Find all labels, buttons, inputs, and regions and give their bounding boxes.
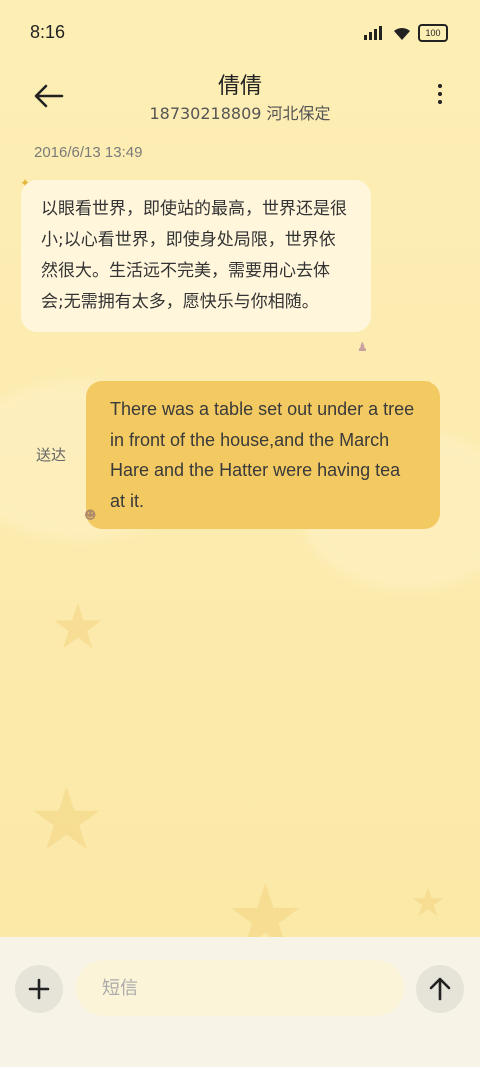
plus-icon [28,978,50,1000]
wifi-icon [394,27,410,40]
incoming-message-bubble[interactable]: 以眼看世界，即使站的最高，世界还是很小;以心看世界，即使身处局限，世界依然很大。… [21,180,371,332]
message-input[interactable] [100,976,380,1000]
more-vertical-icon[interactable] [436,80,444,110]
contact-name: 倩倩 [217,74,262,99]
message-timestamp: 2016/6/13 13:49 [34,144,143,161]
status-icons: 100 [364,24,448,42]
composer-bar [0,937,480,1067]
outgoing-message-text: There was a table set out under a tree i… [110,399,415,511]
background-star-icon: ★ [410,880,446,926]
status-bar: 8:16 100 [0,0,480,66]
contact-detail: 18730218809 河北保定 [149,104,331,123]
background-star-icon: ★ [50,590,106,663]
signal-icon [364,26,382,40]
message-input-container [76,960,404,1016]
delivery-status: 送达 [36,446,67,464]
send-button[interactable] [416,965,464,1013]
conversation-header: 倩倩 18730218809 河北保定 [0,66,480,136]
send-arrow-icon [429,977,451,1001]
battery-level: 100 [425,28,441,38]
battery-icon: 100 [418,24,448,42]
incoming-message-text: 以眼看世界，即使站的最高，世界还是很小;以心看世界，即使身处局限，世界依然很大。… [41,199,347,312]
background-star-icon: ★ [28,770,106,870]
sticker-icon: ♟ [357,340,368,354]
status-time: 8:16 [30,22,66,42]
add-attachment-button[interactable] [15,965,63,1013]
sticker-icon: ☻ [84,508,97,522]
outgoing-message-bubble[interactable]: There was a table set out under a tree i… [86,381,440,529]
